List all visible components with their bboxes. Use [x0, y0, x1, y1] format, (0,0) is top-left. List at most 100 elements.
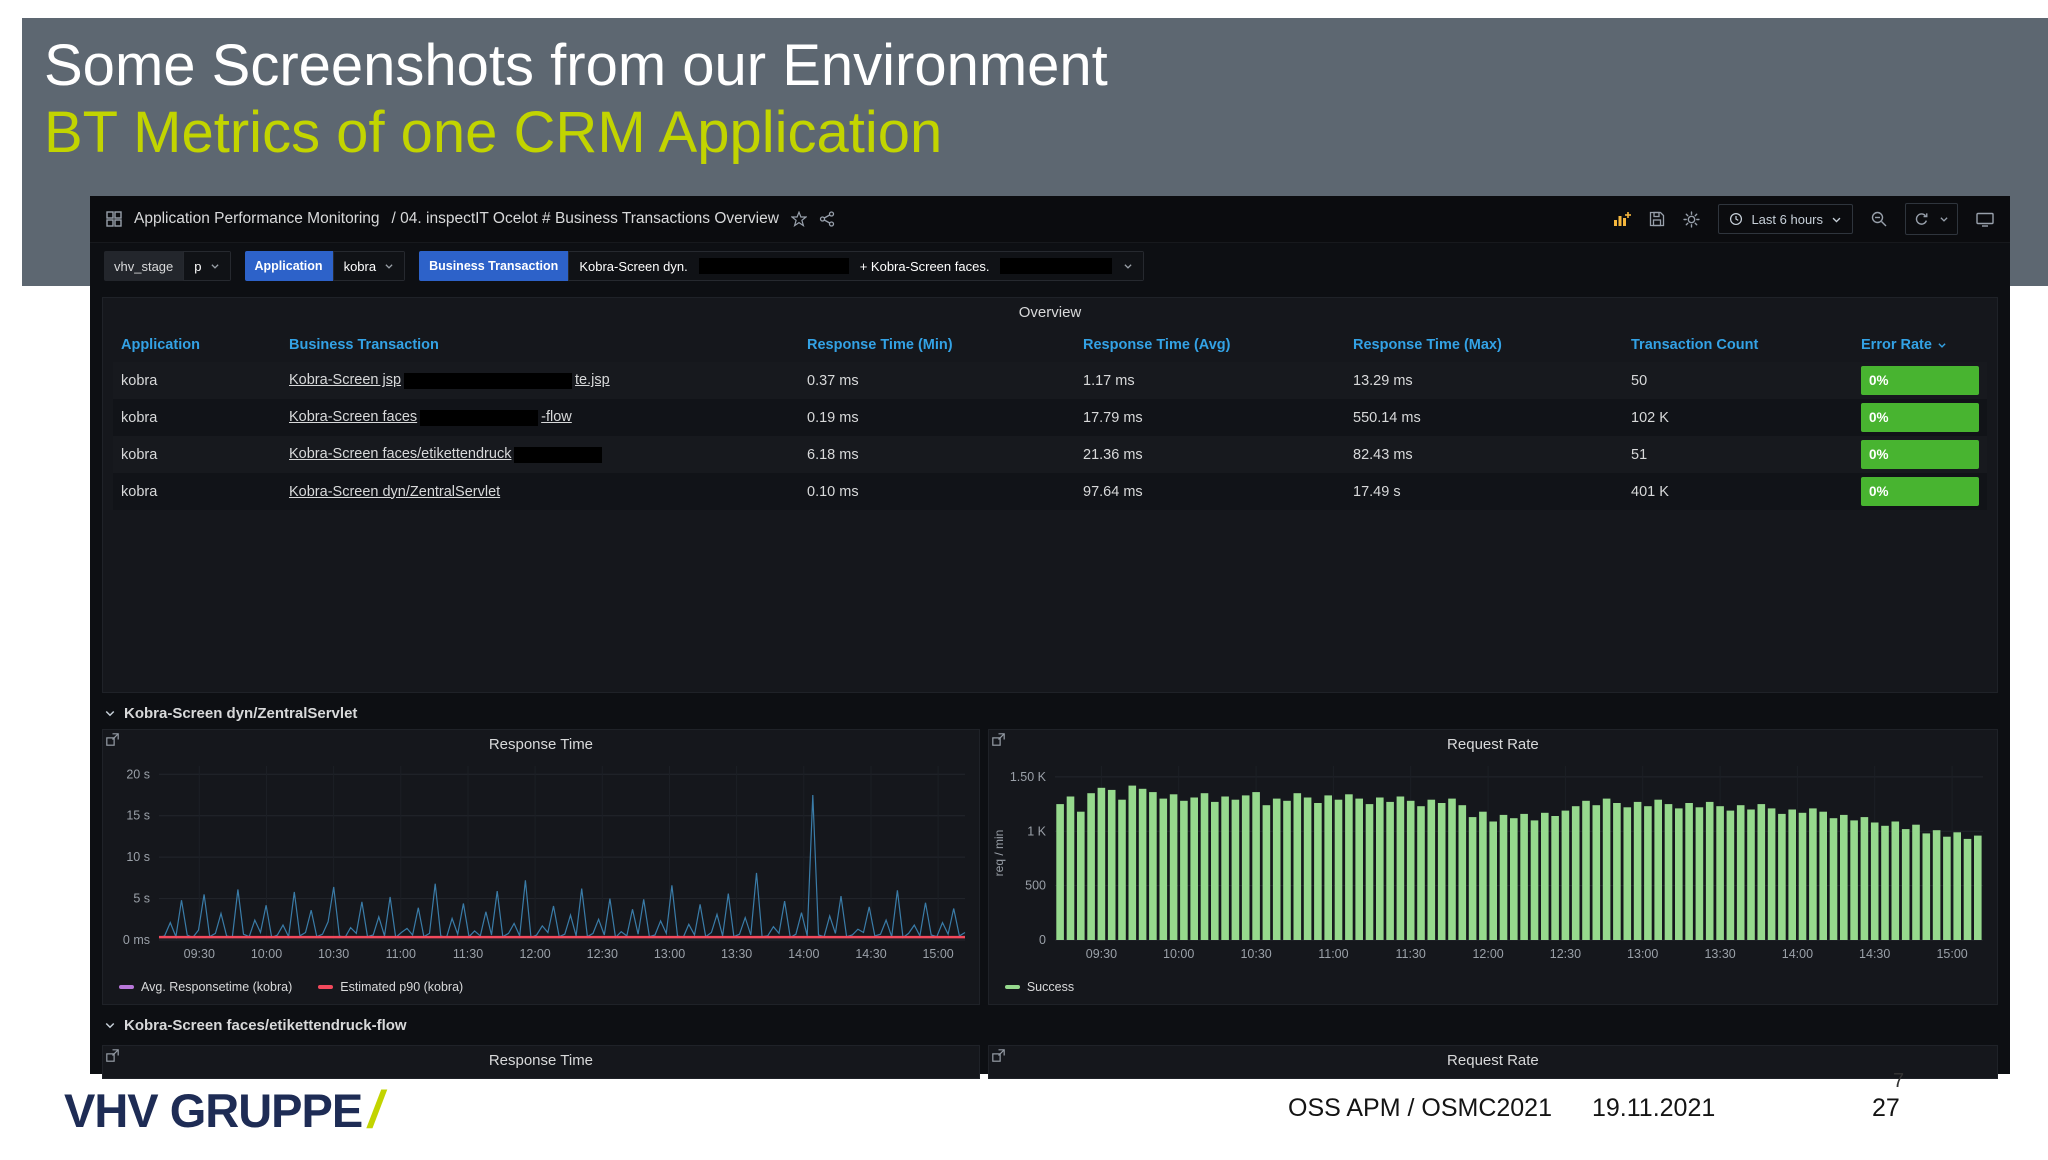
legend-item[interactable]: Avg. Responsetime (kobra)	[119, 980, 292, 994]
column-header[interactable]: Response Time (Avg)	[1075, 337, 1345, 353]
business-transaction-link[interactable]: Kobra-Screen dyn/ZentralServlet	[289, 484, 500, 500]
navbar-actions: Last 6 hours	[1613, 203, 1994, 235]
error-rate-badge: 0%	[1861, 440, 1979, 469]
chart-legend: Success	[989, 974, 1997, 1000]
error-rate-badge: 0%	[1861, 403, 1979, 432]
svg-text:10:00: 10:00	[1163, 947, 1194, 961]
error-rate-cell: 0%	[1853, 403, 1987, 432]
table-header-row: Application Business Transaction Response …	[113, 328, 1987, 362]
redaction-box	[698, 258, 849, 274]
refresh-button-group	[1905, 203, 1958, 235]
svg-text:11:00: 11:00	[386, 947, 416, 961]
response-time-max-cell: 82.43 ms	[1353, 446, 1413, 463]
variable-value: kobra	[343, 258, 377, 274]
refresh-interval-chevron-icon[interactable]	[1939, 214, 1949, 224]
time-range-picker[interactable]: Last 6 hours	[1718, 204, 1853, 234]
refresh-icon[interactable]	[1914, 212, 1929, 227]
share-icon[interactable]	[819, 211, 835, 227]
panel-corner-icon[interactable]	[992, 733, 1005, 749]
chevron-down-icon	[104, 1019, 116, 1031]
svg-text:09:30: 09:30	[1086, 947, 1117, 961]
svg-text:10:30: 10:30	[1240, 947, 1271, 961]
tv-icon[interactable]	[1976, 211, 1994, 227]
svg-text:1.50 K: 1.50 K	[1010, 770, 1047, 784]
business-transaction-link[interactable]: Kobra-Screen faces/etikettendruck	[289, 446, 605, 463]
table-row: kobra Kobra-Screen jsp te.jsp 0.37 ms 1.17 m…	[113, 362, 1987, 399]
table-row: kobra Kobra-Screen faces -flow 0.19 ms 17.79…	[113, 399, 1987, 436]
variable-application: Application kobra	[244, 251, 406, 281]
request-rate-chart[interactable]: req / min 1.50 K 1 K 500 0 09:30 10:00 10:30 11:…	[989, 758, 1997, 974]
column-header[interactable]: Response Time (Min)	[799, 337, 1075, 353]
legend-item[interactable]: Success	[1004, 980, 1075, 994]
business-transaction-cell: Kobra-Screen jsp te.jsp	[281, 372, 799, 389]
save-icon[interactable]	[1649, 211, 1665, 227]
legend-label: Success	[1026, 980, 1075, 994]
panel-title[interactable]: Overview	[103, 298, 1997, 326]
star-icon[interactable]	[790, 211, 807, 227]
svg-text:12:30: 12:30	[1550, 947, 1581, 961]
grid-icon[interactable]	[106, 211, 122, 227]
application-cell: kobra	[121, 372, 158, 389]
column-header[interactable]: Transaction Count	[1623, 337, 1853, 353]
slide-subtitle: BT Metrics of one CRM Application	[44, 99, 943, 165]
panel-corner-icon[interactable]	[106, 1049, 119, 1065]
transaction-count-cell: 102 K	[1631, 409, 1669, 426]
response-time-panel-partial: Response Time	[102, 1045, 980, 1079]
variable-label: vhv_stage	[104, 251, 184, 281]
svg-text:500: 500	[1025, 879, 1046, 893]
section-row-zentralservlet[interactable]: Kobra-Screen dyn/ZentralServlet	[102, 699, 1998, 727]
gear-icon[interactable]	[1683, 210, 1701, 228]
business-transaction-link[interactable]: Kobra-Screen jsp te.jsp	[289, 372, 610, 389]
section-row-etikettendruck[interactable]: Kobra-Screen faces/etikettendruck-flow	[102, 1011, 1998, 1039]
column-header[interactable]: Error Rate	[1853, 337, 1987, 353]
svg-text:13:30: 13:30	[1704, 947, 1735, 961]
response-time-avg-cell: 21.36 ms	[1083, 446, 1143, 463]
vhv-gruppe-logo: VHV GRUPPE /	[64, 1080, 383, 1140]
response-time-max-cell: 13.29 ms	[1353, 372, 1413, 389]
response-time-min-cell: 0.10 ms	[807, 483, 859, 500]
variable-value-dropdown[interactable]: p	[183, 251, 231, 281]
business-transaction-link[interactable]: Kobra-Screen faces -flow	[289, 409, 572, 426]
svg-text:13:00: 13:00	[1627, 947, 1658, 961]
column-header[interactable]: Response Time (Max)	[1345, 337, 1623, 353]
application-cell: kobra	[121, 483, 158, 500]
chevron-down-icon	[104, 707, 116, 719]
slide-title: Some Screenshots from our Environment	[44, 33, 1108, 98]
transaction-count-cell: 401 K	[1631, 483, 1669, 500]
chevron-down-icon	[210, 261, 220, 271]
redaction-box	[514, 446, 603, 463]
variable-value-dropdown[interactable]: kobra	[332, 251, 406, 281]
svg-text:14:30: 14:30	[1859, 947, 1890, 961]
variable-value: p	[194, 258, 202, 274]
legend-item[interactable]: Estimated p90 (kobra)	[318, 980, 463, 994]
chevron-down-icon	[1123, 261, 1133, 271]
panel-title[interactable]: Request Rate	[989, 730, 1997, 758]
column-header[interactable]: Business Transaction	[281, 337, 799, 353]
variable-value-dropdown[interactable]: Kobra-Screen dyn. + Kobra-Screen faces.	[568, 251, 1145, 281]
panel-title[interactable]: Response Time	[103, 730, 979, 758]
breadcrumb-dashboard-title[interactable]: / 04. inspectIT Ocelot # Business Transa…	[392, 210, 779, 228]
column-header[interactable]: Application	[113, 337, 281, 353]
request-rate-panel: Request Rate req / min 1.50 K 1 K 500 0 09:30…	[987, 729, 1998, 1005]
svg-text:11:30: 11:30	[1395, 947, 1425, 961]
redaction-box	[1000, 258, 1113, 274]
partial-panels-row: Response Time Request Rate	[102, 1045, 1998, 1079]
breadcrumb-app-title[interactable]: Application Performance Monitoring	[134, 210, 380, 228]
charts-row: Response Time 20 s 15 s 10 s 5 s 0 ms 09:30 10…	[102, 729, 1998, 1005]
panel-title[interactable]: Response Time	[103, 1046, 979, 1074]
zoom-out-icon[interactable]	[1871, 211, 1887, 227]
variable-label: Business Transaction	[419, 251, 569, 281]
panel-corner-icon[interactable]	[992, 1049, 1005, 1065]
response-time-chart[interactable]: 20 s 15 s 10 s 5 s 0 ms 09:30 10:00 10:30 11:00 1…	[103, 758, 979, 974]
footer-date: 19.11.2021	[1592, 1094, 1716, 1122]
business-transaction-cell: Kobra-Screen faces/etikettendruck	[281, 446, 799, 463]
variable-business-transaction: Business Transaction Kobra-Screen dyn. +…	[419, 251, 1145, 281]
add-panel-icon[interactable]	[1613, 211, 1632, 227]
legend-color-marker	[1004, 985, 1020, 989]
footer-event-text: OSS APM / OSMC2021	[1288, 1094, 1552, 1122]
svg-text:10 s: 10 s	[126, 850, 150, 864]
panel-corner-icon[interactable]	[106, 733, 119, 749]
panel-title[interactable]: Request Rate	[989, 1046, 1997, 1074]
error-rate-cell: 0%	[1853, 440, 1987, 469]
svg-text:10:00: 10:00	[251, 947, 282, 961]
